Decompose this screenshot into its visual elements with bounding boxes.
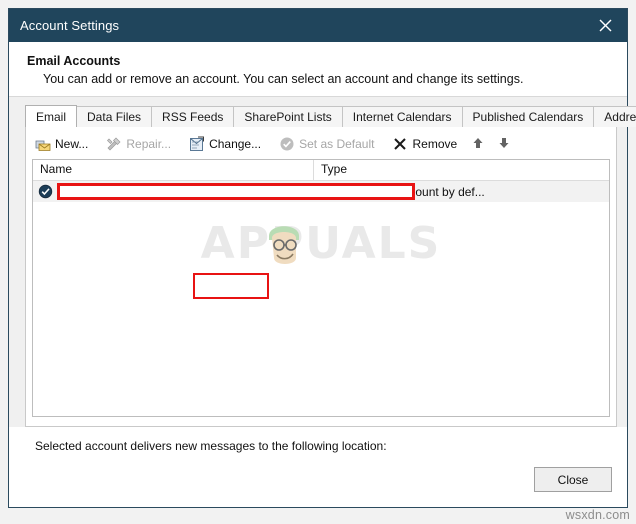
change-account-label: Change... — [209, 137, 262, 151]
appuals-mascot-logo — [261, 214, 307, 272]
page-watermark: wsxdn.com — [565, 508, 630, 522]
set-as-default-button[interactable]: Set as Default — [276, 134, 377, 154]
close-button[interactable]: Close — [534, 467, 612, 492]
remove-account-label: Remove — [412, 137, 458, 151]
watermark-text: APPUALS — [200, 218, 442, 269]
title-bar: Account Settings — [9, 9, 627, 41]
tab-data-files[interactable]: Data Files — [76, 106, 153, 127]
dialog-footer: Close — [9, 459, 627, 507]
header-block: Email Accounts You can add or remove an … — [9, 42, 627, 96]
page-title: Email Accounts — [27, 54, 121, 68]
change-account-icon — [189, 136, 205, 152]
table-row[interactable]: send from this account by def... — [33, 181, 609, 202]
check-circle-icon — [279, 136, 295, 152]
set-as-default-label: Set as Default — [299, 137, 375, 151]
tab-rss-feeds[interactable]: RSS Feeds — [151, 106, 235, 127]
account-settings-dialog: Account Settings Email Accounts You can … — [8, 8, 636, 508]
tab-sharepoint-lists[interactable]: SharePoint Lists — [233, 106, 343, 127]
tab-panel-email: New... Repair... Change... Set as Defaul… — [25, 126, 617, 427]
new-account-label: New... — [55, 137, 89, 151]
remove-account-button[interactable]: Remove — [389, 134, 460, 154]
window-title: Account Settings — [20, 17, 120, 33]
redaction-highlight-account-name — [57, 183, 415, 200]
tab-strip: Email Data Files RSS Feeds SharePoint Li… — [9, 105, 636, 127]
move-up-arrow-icon[interactable] — [472, 136, 484, 152]
repair-account-label: Repair... — [126, 137, 172, 151]
new-account-button[interactable]: New... — [32, 134, 91, 154]
tab-area: Email Data Files RSS Feeds SharePoint Li… — [9, 97, 636, 427]
dialog-body: Email Accounts You can add or remove an … — [9, 41, 636, 507]
close-window-button[interactable] — [583, 9, 627, 41]
accounts-list-header: Name Type — [33, 160, 609, 181]
repair-tools-icon — [106, 136, 122, 152]
tab-email[interactable]: Email — [25, 105, 78, 127]
page-description: You can add or remove an account. You ca… — [43, 72, 524, 86]
move-down-arrow-icon[interactable] — [498, 136, 510, 152]
details-intro: Selected account delivers new messages t… — [35, 439, 387, 453]
close-icon — [599, 19, 611, 31]
default-account-check-icon — [38, 184, 53, 199]
tab-published-calendars[interactable]: Published Calendars — [461, 106, 595, 127]
new-mail-icon — [35, 136, 51, 152]
change-account-button[interactable]: Change... — [186, 134, 264, 154]
tab-internet-calendars[interactable]: Internet Calendars — [341, 106, 463, 127]
appuals-watermark: APPUALS — [33, 222, 609, 266]
accounts-list[interactable]: Name Type account by def... APPUALS — [32, 159, 610, 417]
repair-account-button[interactable]: Repair... — [103, 134, 174, 154]
column-header-type[interactable]: Type — [314, 160, 609, 180]
x-icon — [392, 136, 408, 152]
account-toolbar: New... Repair... Change... Set as Defaul… — [26, 127, 616, 157]
screen: Account Settings Email Accounts You can … — [0, 0, 636, 524]
column-header-name[interactable]: Name — [33, 160, 314, 180]
tab-address-books[interactable]: Address Books — [593, 106, 636, 127]
